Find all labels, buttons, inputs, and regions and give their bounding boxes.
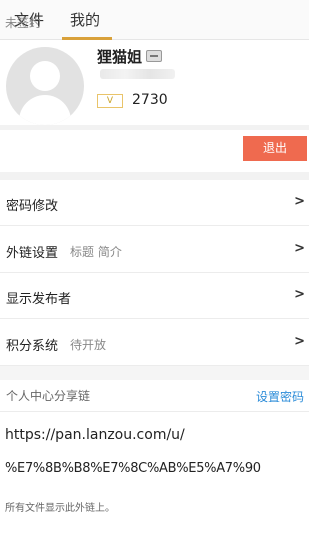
menu-item-subtitle: 待开放	[70, 338, 107, 352]
menu-item-password[interactable]: 密码修改 >	[0, 180, 309, 226]
avatar-head-shape	[30, 61, 60, 91]
section-divider	[0, 172, 309, 180]
share-link-url[interactable]: https://pan.lanzou.com/u/	[5, 427, 185, 443]
share-link-header: 个人中心分享链	[6, 389, 91, 403]
id-card-icon	[146, 50, 162, 62]
chevron-right-icon: >	[294, 334, 305, 349]
menu-item-label: 密码修改	[6, 199, 59, 214]
blurred-account-info	[100, 69, 175, 79]
menu-item-label: 积分系统	[6, 339, 59, 354]
sign-status-text: 未签约	[5, 16, 42, 30]
set-password-link[interactable]: 设置密码	[256, 388, 304, 405]
section-divider	[0, 366, 309, 380]
avatar-body-shape	[19, 95, 71, 125]
menu-item-label: 显示发布者	[6, 292, 72, 307]
chevron-right-icon: >	[294, 287, 305, 302]
logout-button[interactable]: 退出	[243, 136, 307, 161]
vip-badge: V	[97, 94, 123, 108]
menu-item-points[interactable]: 积分系统 待开放 >	[0, 320, 309, 366]
menu-item-label: 外链设置	[6, 246, 59, 261]
top-tab-bar	[0, 0, 309, 40]
menu-item-show-publisher[interactable]: 显示发布者 >	[0, 273, 309, 319]
menu-item-external-link[interactable]: 外链设置 标题 简介 >	[0, 227, 309, 273]
chevron-right-icon: >	[294, 241, 305, 256]
divider-line	[0, 411, 309, 412]
default-avatar-icon[interactable]	[6, 47, 84, 125]
username: 狸猫姐	[97, 48, 143, 66]
points-value: 2730	[132, 92, 168, 108]
tab-mine[interactable]: 我的	[70, 9, 100, 30]
share-link-note: 所有文件显示此外链上。	[5, 503, 115, 514]
chevron-right-icon: >	[294, 194, 305, 209]
share-link-url-encoded[interactable]: %E7%8B%B8%E7%8C%AB%E5%A7%90	[5, 461, 261, 476]
menu-item-subtitle: 标题 简介	[70, 245, 122, 259]
